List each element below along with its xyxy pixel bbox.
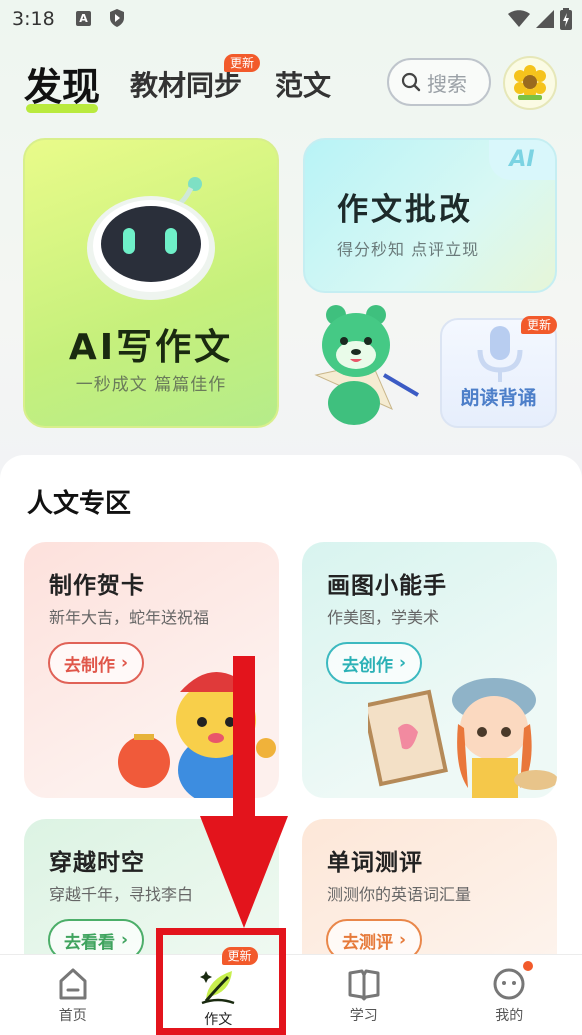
feature-subtitle: 新年大吉，蛇年送祝福 — [49, 608, 210, 627]
status-bar: 3:18 A — [0, 0, 582, 40]
chevron-right-icon: › — [121, 930, 129, 950]
tab-sample-essays[interactable]: 范文 — [275, 64, 331, 104]
feature-title: 画图小能手 — [327, 573, 447, 599]
nav-label: 我的 — [495, 1008, 524, 1024]
humanities-section: 人文专区 制作贺卡 新年大吉，蛇年送祝福 去制作 › 画图小能手 作美图，学美术 … — [0, 455, 582, 1035]
nav-label: 作文 — [204, 1012, 233, 1028]
pen-leaf-icon — [200, 971, 235, 1005]
ai-write-subtitle: 一秒成文 篇篇佳作 — [75, 375, 227, 395]
search-box[interactable]: 搜索 — [387, 58, 491, 106]
update-badge: 更新 — [224, 54, 261, 72]
button-label: 去测评 — [342, 932, 393, 953]
a-icon: A — [76, 11, 91, 26]
update-badge: 更新 — [221, 947, 258, 965]
tab-discover[interactable]: 发现 — [24, 56, 101, 113]
feature-title: 穿越时空 — [49, 850, 145, 876]
sunflower-icon — [514, 65, 546, 100]
ai-write-title: AI写作文 — [68, 327, 234, 368]
search-icon — [401, 72, 421, 92]
nav-item-composition[interactable]: 作文 更新 — [146, 947, 292, 1035]
bottom-nav: 首页 作文 更新 学习 我的 — [0, 947, 582, 1035]
feature-subtitle: 测测你的英语词汇量 — [327, 885, 472, 904]
update-badge: 更新 — [520, 316, 557, 334]
section-title: 人文专区 — [27, 489, 132, 519]
bear-mascot-icon — [314, 305, 420, 425]
shield-icon — [108, 8, 126, 32]
feature-subtitle: 穿越千年，寻找李白 — [49, 885, 194, 904]
feature-title: 制作贺卡 — [49, 573, 145, 599]
search-placeholder: 搜索 — [427, 71, 467, 96]
feature-card-drawing[interactable]: 画图小能手 作美图，学美术 去创作 › — [302, 542, 557, 798]
notification-dot — [522, 961, 533, 971]
microphone-icon — [477, 326, 523, 382]
status-time: 3:18 — [12, 8, 55, 30]
correction-subtitle: 得分秒知 点评立现 — [337, 240, 480, 259]
robot-icon — [87, 177, 215, 300]
annotation-arrow-icon — [200, 656, 288, 928]
correction-title: 作文批改 — [337, 192, 473, 228]
feature-title: 单词测评 — [327, 850, 423, 876]
home-icon — [59, 968, 87, 1000]
nav-item-home[interactable]: 首页 — [0, 955, 146, 1035]
chevron-right-icon: › — [399, 930, 407, 950]
avatar[interactable] — [503, 56, 557, 110]
tab-label: 发现 — [24, 65, 101, 109]
button-label: 去看看 — [64, 932, 115, 953]
feature-subtitle: 作美图，学美术 — [327, 608, 440, 627]
nav-item-study[interactable]: 学习 — [291, 955, 437, 1035]
ai-tag: AI — [489, 140, 555, 180]
wifi-icon — [508, 10, 530, 32]
nav-label: 学习 — [349, 1008, 378, 1024]
nav-item-mine[interactable]: 我的 — [437, 955, 582, 1035]
signal-icon — [536, 10, 554, 32]
recite-card[interactable]: 朗读背诵 更新 — [440, 316, 557, 428]
nav-label: 首页 — [58, 1008, 87, 1024]
painter-girl-icon — [368, 678, 557, 798]
recite-label: 朗读背诵 — [460, 387, 537, 409]
essay-correction-card[interactable]: AI 作文批改 得分秒知 点评立现 — [303, 138, 557, 293]
book-icon — [348, 969, 380, 1001]
profile-face-icon — [493, 968, 525, 1000]
ai-write-card[interactable]: AI写作文 一秒成文 篇篇佳作 — [23, 138, 279, 428]
battery-icon — [560, 8, 572, 34]
top-header: 发现 教材同步 更新 范文 搜索 — [0, 52, 582, 116]
